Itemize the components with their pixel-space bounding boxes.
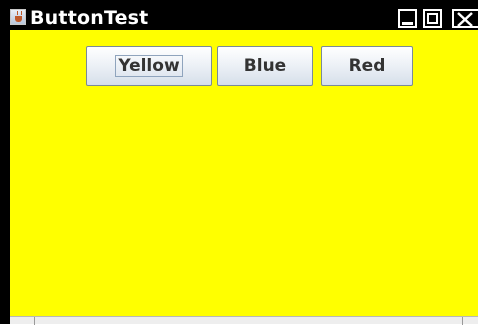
java-cup-icon[interactable] [10, 9, 26, 25]
title-bar[interactable]: ButtonTest [0, 0, 478, 30]
window-bottom-border [10, 316, 478, 325]
button-panel: Yellow Blue Red [10, 30, 478, 316]
maximize-button[interactable] [423, 9, 442, 28]
blue-button[interactable]: Blue [217, 46, 313, 86]
minimize-icon [402, 22, 413, 25]
maximize-icon [427, 13, 438, 24]
close-icon [457, 12, 473, 27]
blue-button-label: Blue [243, 56, 287, 76]
red-button-label: Red [348, 56, 386, 76]
window-title: ButtonTest [30, 7, 149, 29]
yellow-button[interactable]: Yellow [86, 46, 212, 86]
yellow-button-label: Yellow [115, 55, 183, 77]
minimize-button[interactable] [398, 9, 417, 28]
red-button[interactable]: Red [321, 46, 413, 86]
close-button[interactable] [452, 9, 478, 28]
app-window: ButtonTest Yellow Blue Red [0, 0, 478, 325]
